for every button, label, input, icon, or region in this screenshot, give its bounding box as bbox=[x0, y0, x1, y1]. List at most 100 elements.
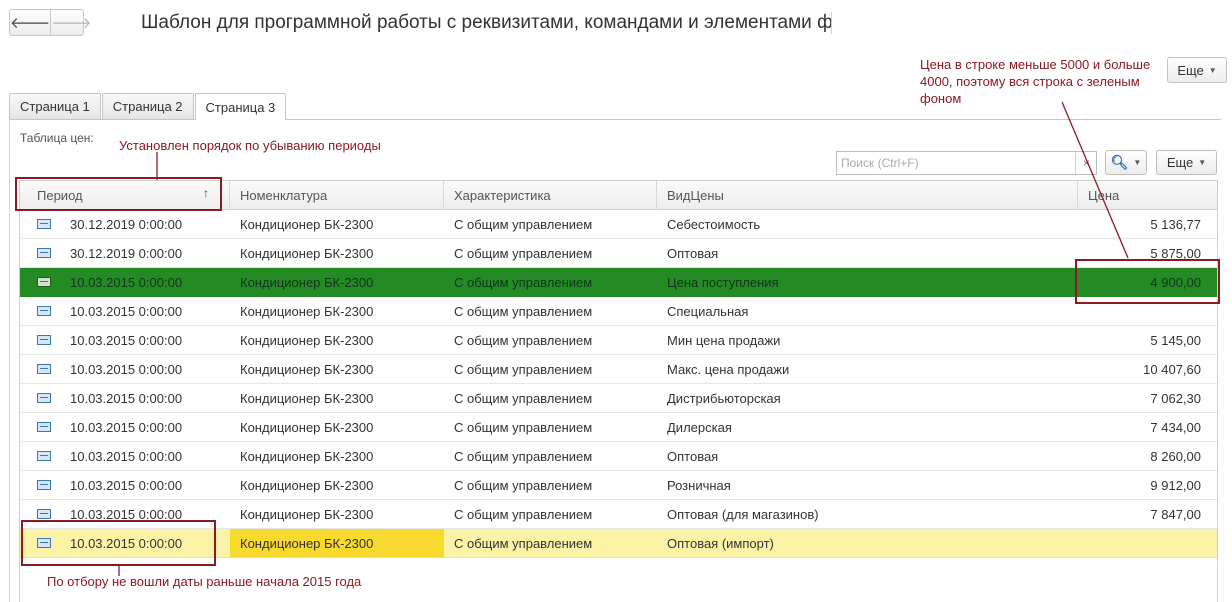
title-divider bbox=[831, 12, 832, 34]
sort-annotation: Установлен порядок по убыванию периоды bbox=[119, 138, 381, 153]
record-icon bbox=[37, 277, 51, 287]
tab-page-3[interactable]: Страница 3 bbox=[194, 93, 287, 120]
cell-item: Кондиционер БК-2300 bbox=[240, 216, 374, 232]
cell-item: Кондиционер БК-2300 bbox=[240, 274, 374, 290]
more-menu-label: Еще bbox=[1177, 62, 1204, 78]
record-icon bbox=[37, 451, 51, 461]
table-more-button[interactable]: Еще ▼ bbox=[1156, 150, 1217, 175]
filter-annotation: По отбору не вошли даты раньше начала 20… bbox=[47, 574, 362, 589]
forward-button[interactable]: 🡒 bbox=[51, 10, 91, 35]
cell-price: 7 434,00 bbox=[1150, 419, 1201, 435]
record-icon bbox=[37, 480, 51, 490]
table-row[interactable]: 30.12.2019 0:00:00 Кондиционер БК-2300 С о… bbox=[20, 239, 1217, 268]
cell-period-text: 10.03.2015 0:00:00 bbox=[70, 332, 183, 348]
record-icon bbox=[37, 509, 51, 519]
cell-item: Кондиционер БК-2300 bbox=[240, 419, 374, 435]
cell-period-text: 30.12.2019 0:00:00 bbox=[70, 245, 183, 261]
cell-period: 10.03.2015 0:00:00 bbox=[20, 442, 230, 470]
cell-price-type: Оптовая bbox=[667, 245, 719, 261]
cell-period: 10.03.2015 0:00:00 bbox=[20, 268, 230, 296]
cell-item: Кондиционер БК-2300 bbox=[240, 477, 374, 493]
period-header-highlight bbox=[15, 177, 222, 211]
cell-price: 5 136,77 bbox=[1150, 216, 1201, 232]
cell-characteristic: С общим управлением bbox=[454, 361, 593, 377]
tab-page-2[interactable]: Страница 2 bbox=[101, 93, 194, 119]
panel-border bbox=[9, 119, 10, 602]
table-label: Таблица цен: bbox=[20, 131, 94, 145]
record-icon bbox=[37, 219, 51, 229]
column-header-characteristic[interactable]: Характеристика bbox=[444, 181, 657, 209]
tab-bar: Страница 1 Страница 2 Страница 3 bbox=[9, 93, 287, 120]
cell-period-text: 10.03.2015 0:00:00 bbox=[70, 390, 183, 406]
navigation-buttons: 🡐 🡒 bbox=[9, 9, 91, 36]
cell-period-text: 10.03.2015 0:00:00 bbox=[70, 303, 183, 319]
chevron-down-icon: ▼ bbox=[1208, 65, 1217, 75]
cell-characteristic: С общим управлением bbox=[454, 216, 593, 232]
cell-item: Кондиционер БК-2300 bbox=[240, 506, 374, 522]
record-icon bbox=[37, 393, 51, 403]
cell-item: Кондиционер БК-2300 bbox=[240, 390, 374, 406]
back-button[interactable]: 🡐 bbox=[10, 10, 52, 35]
table-row[interactable]: 10.03.2015 0:00:00 Кондиционер БК-2300 С о… bbox=[20, 297, 1217, 326]
cell-characteristic: С общим управлением bbox=[454, 390, 593, 406]
close-icon: × bbox=[1082, 156, 1090, 170]
cell-price-type: Дистрибьюторская bbox=[667, 390, 781, 406]
cell-period-text: 10.03.2015 0:00:00 bbox=[70, 419, 183, 435]
table-row[interactable]: 10.03.2015 0:00:00 Кондиционер БК-2300 С о… bbox=[20, 355, 1217, 384]
table-more-label: Еще bbox=[1166, 155, 1194, 170]
cell-price: 8 260,00 bbox=[1150, 448, 1201, 464]
column-header-price-type[interactable]: ВидЦены bbox=[657, 181, 1078, 209]
table-row[interactable]: 10.03.2015 0:00:00 Кондиционер БК-2300 С о… bbox=[20, 413, 1217, 442]
cell-characteristic: С общим управлением bbox=[454, 303, 593, 319]
table-row[interactable]: 10.03.2015 0:00:00 Кондиционер БК-2300 С о… bbox=[20, 384, 1217, 413]
table-body: 30.12.2019 0:00:00 Кондиционер БК-2300 С о… bbox=[20, 210, 1217, 558]
cell-price-type: Макс. цена продажи bbox=[667, 361, 790, 377]
cell-price: 10 407,60 bbox=[1143, 361, 1201, 377]
cell-period: 10.03.2015 0:00:00 bbox=[20, 384, 230, 412]
column-header-price[interactable]: Цена bbox=[1078, 181, 1217, 209]
table-row[interactable]: 10.03.2015 0:00:00 Кондиционер БК-2300 С о… bbox=[20, 268, 1217, 297]
record-icon bbox=[37, 248, 51, 258]
search-input[interactable] bbox=[837, 152, 1075, 174]
cell-period-text: 10.03.2015 0:00:00 bbox=[70, 274, 183, 290]
table-row[interactable]: 30.12.2019 0:00:00 Кондиционер БК-2300 С о… bbox=[20, 210, 1217, 239]
cell-item: Кондиционер БК-2300 bbox=[240, 448, 374, 464]
record-icon bbox=[37, 335, 51, 345]
table-row[interactable]: 10.03.2015 0:00:00 Кондиционер БК-2300 С о… bbox=[20, 326, 1217, 355]
table-row[interactable]: 10.03.2015 0:00:00 Кондиционер БК-2300 С о… bbox=[20, 442, 1217, 471]
search-field: × bbox=[836, 151, 1097, 175]
cell-characteristic: С общим управлением bbox=[454, 332, 593, 348]
more-menu-button[interactable]: Еще ▼ bbox=[1167, 57, 1227, 83]
record-icon bbox=[37, 306, 51, 316]
cell-characteristic: С общим управлением bbox=[454, 506, 593, 522]
search-icon: 🔍︎ bbox=[1110, 154, 1129, 170]
cell-period-text: 10.03.2015 0:00:00 bbox=[70, 448, 183, 464]
cell-item: Кондиционер БК-2300 bbox=[240, 303, 374, 319]
cell-item: Кондиционер БК-2300 bbox=[240, 332, 374, 348]
record-icon bbox=[37, 364, 51, 374]
cell-price-type: Мин цена продажи bbox=[667, 332, 781, 348]
cell-price: 7 062,30 bbox=[1150, 390, 1201, 406]
cell-characteristic: С общим управлением bbox=[454, 419, 593, 435]
cell-characteristic: С общим управлением bbox=[454, 535, 593, 551]
cell-price: 9 912,00 bbox=[1150, 477, 1201, 493]
filtered-row-highlight bbox=[21, 520, 216, 566]
table-row[interactable]: 10.03.2015 0:00:00 Кондиционер БК-2300 С о… bbox=[20, 471, 1217, 500]
cell-price: 5 145,00 bbox=[1150, 332, 1201, 348]
cell-characteristic: С общим управлением bbox=[454, 448, 593, 464]
cell-item: Кондиционер БК-2300 bbox=[240, 245, 374, 261]
cell-period-text: 10.03.2015 0:00:00 bbox=[70, 477, 183, 493]
tab-divider bbox=[9, 119, 1221, 120]
cell-period: 10.03.2015 0:00:00 bbox=[20, 471, 230, 499]
clear-search-button[interactable]: × bbox=[1075, 152, 1097, 174]
cell-price: 7 847,00 bbox=[1150, 506, 1201, 522]
cell-price-type: Оптовая (для магазинов) bbox=[667, 506, 819, 522]
cell-period: 30.12.2019 0:00:00 bbox=[20, 239, 230, 267]
cell-characteristic: С общим управлением bbox=[454, 245, 593, 261]
search-button[interactable]: 🔍︎ ▼ bbox=[1105, 150, 1147, 175]
column-header-item[interactable]: Номенклатура bbox=[230, 181, 444, 209]
cell-period-text: 30.12.2019 0:00:00 bbox=[70, 216, 183, 232]
cell-period: 10.03.2015 0:00:00 bbox=[20, 413, 230, 441]
tab-page-1[interactable]: Страница 1 bbox=[9, 93, 101, 119]
price-cell-highlight bbox=[1075, 259, 1220, 304]
